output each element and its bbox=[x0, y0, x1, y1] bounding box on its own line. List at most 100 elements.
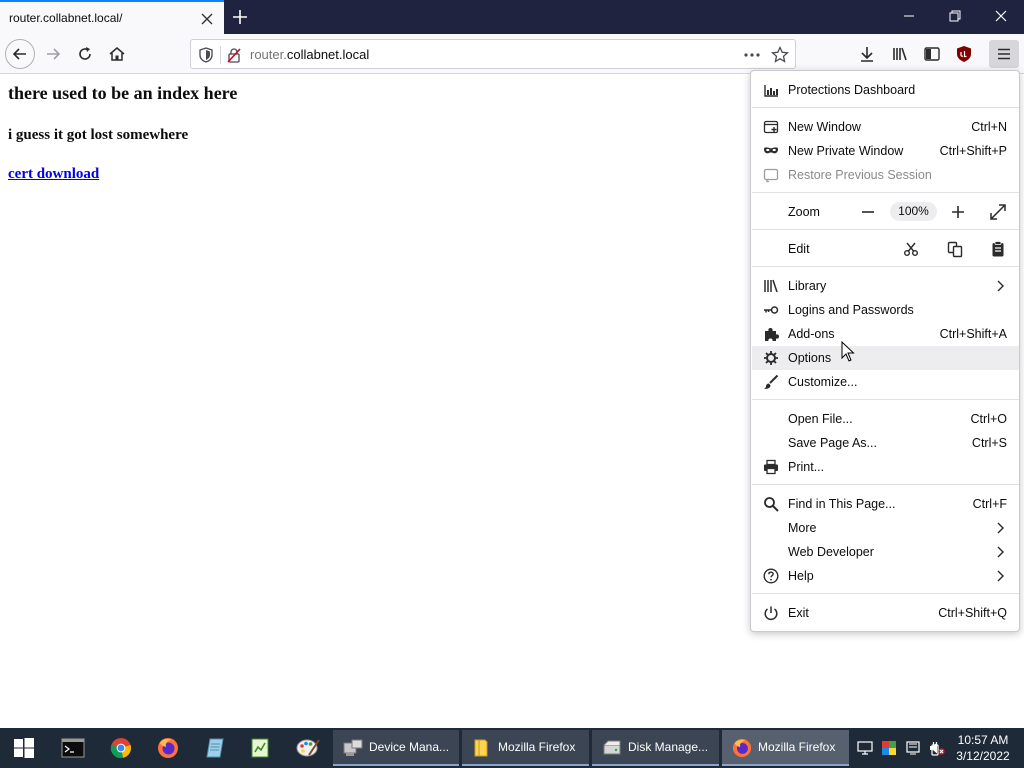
zoom-in-icon[interactable] bbox=[949, 203, 967, 221]
ublock-button[interactable] bbox=[951, 41, 977, 67]
menu-item-save-page[interactable]: Save Page As... Ctrl+S bbox=[752, 431, 1019, 455]
menu-shortcut: Ctrl+Shift+A bbox=[939, 327, 1007, 341]
url-host: collabnet.local bbox=[286, 47, 370, 62]
library-button[interactable] bbox=[887, 41, 913, 67]
tab-active[interactable]: router.collabnet.local/ bbox=[0, 0, 224, 34]
menu-item-protections-dashboard[interactable]: Protections Dashboard bbox=[752, 78, 1019, 102]
taskbar-app-disk-management[interactable]: Disk Manage... bbox=[592, 730, 719, 766]
bookmark-star-icon[interactable] bbox=[771, 46, 789, 64]
menu-shortcut: Ctrl+Shift+P bbox=[939, 144, 1007, 158]
taskbar-app-explorer[interactable]: Mozilla Firefox bbox=[462, 730, 589, 766]
firefox-icon bbox=[732, 738, 752, 758]
menu-item-more[interactable]: More bbox=[752, 516, 1019, 540]
network-icon[interactable] bbox=[857, 740, 873, 756]
menu-item-web-developer[interactable]: Web Developer bbox=[752, 540, 1019, 564]
forward-arrow-icon bbox=[47, 48, 61, 60]
reload-button[interactable] bbox=[72, 41, 98, 67]
notepad-icon bbox=[206, 738, 224, 758]
menu-label: Options bbox=[788, 351, 832, 365]
menu-divider bbox=[752, 484, 1019, 485]
fullscreen-icon[interactable] bbox=[989, 203, 1007, 221]
ublock-icon bbox=[957, 46, 971, 62]
app-menu-panel: Protections Dashboard New Window Ctrl+N … bbox=[750, 70, 1020, 632]
cut-scissors-icon[interactable] bbox=[902, 240, 920, 258]
menu-item-addons[interactable]: Add-ons Ctrl+Shift+A bbox=[752, 322, 1019, 346]
taskbar-firefox[interactable] bbox=[153, 734, 183, 762]
taskbar-app-label: Mozilla Firefox bbox=[498, 740, 576, 754]
menu-shortcut: Ctrl+O bbox=[970, 412, 1007, 426]
color-display-icon[interactable] bbox=[881, 740, 897, 756]
gear-icon bbox=[764, 351, 778, 365]
menu-shortcut: Ctrl+S bbox=[971, 436, 1007, 450]
url-host-prefix: router. bbox=[250, 47, 287, 62]
tab-strip: router.collabnet.local/ bbox=[0, 0, 1024, 34]
taskbar-app-device-manager[interactable]: Device Mana... bbox=[333, 730, 459, 766]
menu-label: Help bbox=[788, 569, 814, 583]
minimize-icon[interactable] bbox=[901, 8, 917, 24]
menu-item-exit[interactable]: Exit Ctrl+Shift+Q bbox=[752, 601, 1019, 625]
cert-download-link[interactable]: cert download bbox=[8, 166, 99, 183]
help-icon bbox=[763, 568, 779, 584]
menu-label: Exit bbox=[788, 606, 809, 620]
paste-clipboard-icon[interactable] bbox=[989, 240, 1007, 258]
taskbar-notepad[interactable] bbox=[200, 734, 230, 762]
menu-label: Customize... bbox=[788, 375, 858, 389]
taskbar-paint[interactable] bbox=[293, 734, 323, 762]
forward-button[interactable] bbox=[40, 41, 66, 67]
command-prompt-icon bbox=[61, 738, 85, 758]
start-button[interactable] bbox=[9, 734, 39, 762]
menu-item-customize[interactable]: Customize... bbox=[752, 370, 1019, 394]
windows-tray-icon[interactable] bbox=[905, 740, 921, 756]
menu-item-options[interactable]: Options bbox=[752, 346, 1019, 370]
menu-item-find[interactable]: Find in This Page... Ctrl+F bbox=[752, 492, 1019, 516]
taskbar-cmd[interactable] bbox=[58, 734, 88, 762]
close-window-icon[interactable] bbox=[993, 8, 1009, 24]
menu-item-new-private-window[interactable]: New Private Window Ctrl+Shift+P bbox=[752, 139, 1019, 163]
taskbar-spreadsheet[interactable] bbox=[245, 734, 275, 762]
taskbar-app-label: Device Mana... bbox=[369, 740, 450, 754]
chrome-icon bbox=[110, 738, 131, 759]
url-text[interactable]: router.collabnet.local bbox=[250, 47, 369, 62]
paint-palette-icon bbox=[296, 739, 320, 757]
menu-shortcut: Ctrl+N bbox=[971, 120, 1007, 134]
menu-item-help[interactable]: Help bbox=[752, 564, 1019, 588]
downloads-button[interactable] bbox=[854, 41, 880, 67]
copy-icon[interactable] bbox=[946, 240, 964, 258]
menu-label: Protections Dashboard bbox=[788, 83, 916, 97]
menu-divider bbox=[752, 107, 1019, 108]
windows-logo-icon bbox=[14, 738, 34, 758]
insecure-lock-icon[interactable] bbox=[227, 47, 241, 63]
mouse-cursor-icon bbox=[841, 341, 855, 362]
menu-shortcut: Ctrl+F bbox=[972, 497, 1007, 511]
back-button[interactable] bbox=[5, 39, 35, 69]
menu-item-open-file[interactable]: Open File... Ctrl+O bbox=[752, 407, 1019, 431]
menu-item-print[interactable]: Print... bbox=[752, 455, 1019, 479]
menu-label: Restore Previous Session bbox=[788, 168, 932, 182]
menu-label: Web Developer bbox=[788, 545, 874, 559]
puzzle-piece-icon bbox=[765, 328, 779, 341]
close-tab-icon[interactable] bbox=[199, 11, 215, 27]
menu-divider bbox=[752, 229, 1019, 230]
menu-item-library[interactable]: Library bbox=[752, 274, 1019, 298]
address-bar[interactable]: router.collabnet.local bbox=[190, 39, 796, 69]
shield-icon[interactable] bbox=[199, 47, 213, 63]
home-button[interactable] bbox=[104, 41, 130, 67]
taskbar-app-firefox[interactable]: Mozilla Firefox bbox=[722, 730, 849, 766]
paintbrush-icon bbox=[764, 374, 779, 389]
restore-icon[interactable] bbox=[947, 8, 963, 24]
menu-item-new-window[interactable]: New Window Ctrl+N bbox=[752, 115, 1019, 139]
sidebar-icon bbox=[924, 47, 940, 61]
zoom-reset-button[interactable]: 100% bbox=[890, 202, 937, 221]
sidebar-button[interactable] bbox=[919, 41, 945, 67]
volume-muted-icon[interactable] bbox=[929, 740, 945, 756]
chevron-right-icon bbox=[997, 546, 1004, 558]
taskbar-chrome[interactable] bbox=[106, 734, 136, 762]
app-menu-button[interactable] bbox=[989, 40, 1019, 68]
menu-item-logins[interactable]: Logins and Passwords bbox=[752, 298, 1019, 322]
new-tab-icon[interactable] bbox=[231, 8, 249, 26]
menu-shortcut: Ctrl+Shift+Q bbox=[938, 606, 1007, 620]
system-clock[interactable]: 10:57 AM 3/12/2022 bbox=[952, 732, 1014, 764]
chevron-right-icon bbox=[997, 522, 1004, 534]
zoom-out-icon[interactable] bbox=[859, 203, 877, 221]
page-actions-icon[interactable] bbox=[743, 48, 761, 62]
